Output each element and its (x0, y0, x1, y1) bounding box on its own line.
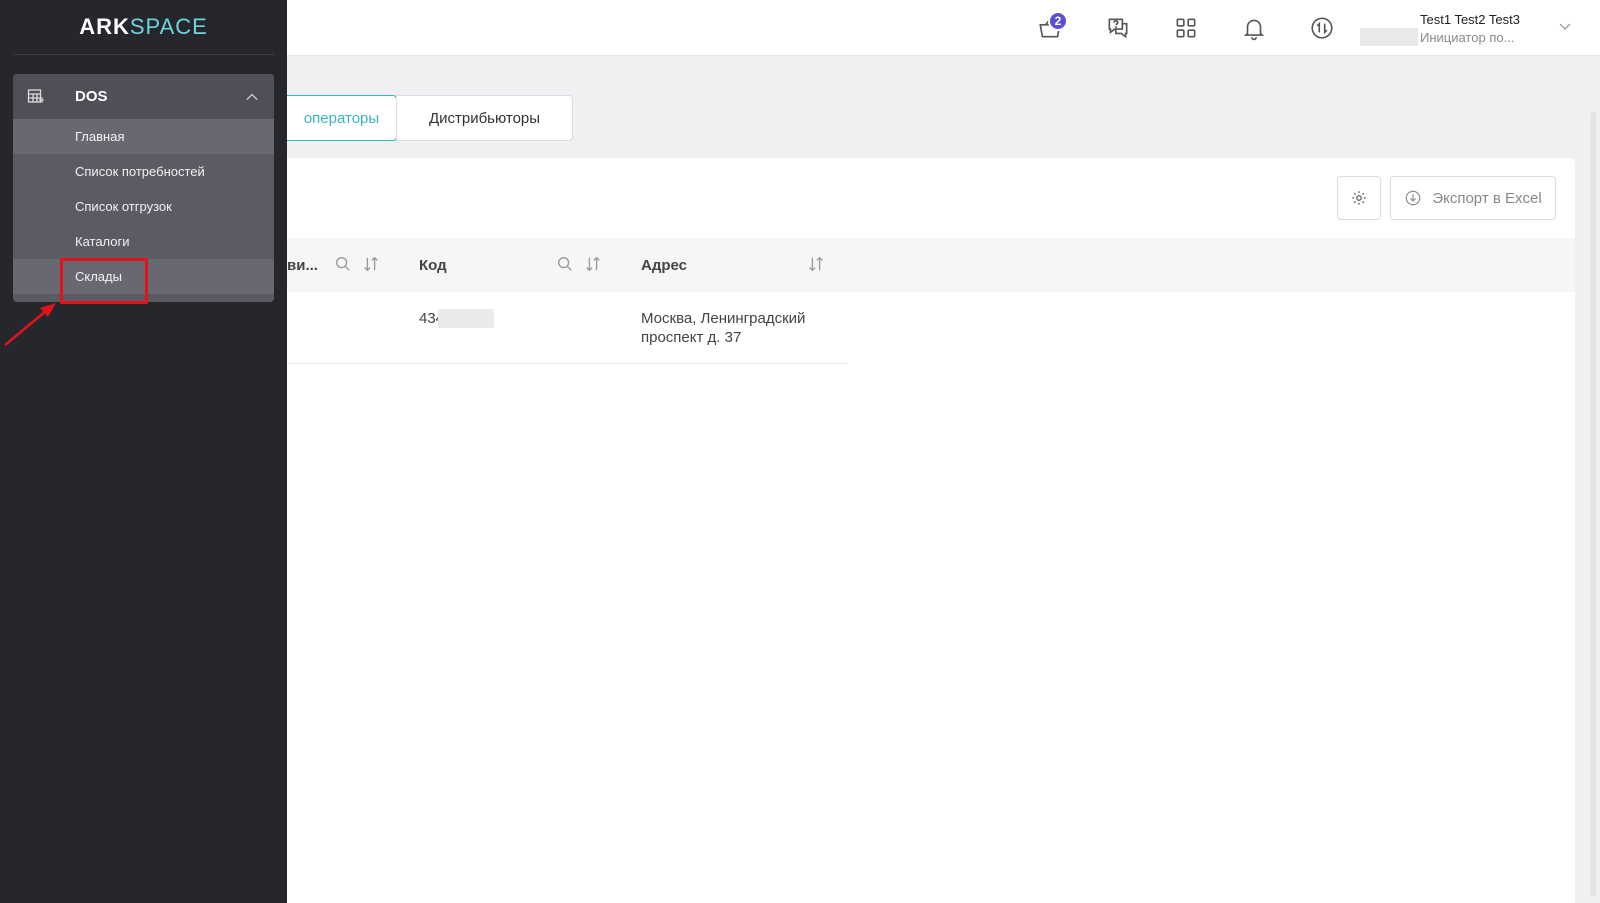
redacted-block (1360, 28, 1418, 46)
tab-operators[interactable]: операторы (287, 95, 397, 141)
top-header: 2 Test1 Test2 Test3 Инициатор по... (287, 0, 1600, 56)
download-circle-icon (1406, 190, 1421, 206)
help-chat-icon (1108, 18, 1128, 39)
table-header: ви... Код Адрес (287, 238, 1575, 292)
swap-circle-icon (1311, 17, 1333, 39)
sort-icon[interactable] (584, 255, 602, 273)
user-role: Инициатор по... (1420, 30, 1515, 45)
app-logo[interactable]: ARKSPACE (0, 14, 287, 40)
tab-distributors[interactable]: Дистрибьюторы (396, 95, 573, 141)
column-header-code: Код (419, 256, 447, 274)
scrollbar[interactable] (1590, 112, 1596, 897)
sidebar-item-catalogs[interactable]: Каталоги (13, 224, 274, 259)
section-title: DOS (75, 88, 108, 105)
redacted-block (438, 309, 495, 328)
bell-icon (1243, 19, 1265, 41)
sidebar: ARKSPACE DOS Главная Список потребностей… (0, 0, 287, 903)
cart-count-badge: 2 (1048, 11, 1068, 31)
export-label: Экспорт в Excel (1432, 189, 1542, 207)
chevron-down-icon[interactable] (1557, 18, 1573, 34)
sort-icon[interactable] (807, 255, 825, 273)
search-icon[interactable] (556, 255, 574, 273)
user-profile[interactable]: Test1 Test2 Test3 Инициатор по... (1360, 10, 1580, 46)
chevron-up-icon[interactable] (245, 90, 259, 104)
logo-text-ark: ARK (79, 14, 130, 39)
address-line-2: проспект д. 37 (641, 329, 742, 346)
cell-address: Москва, Ленинградский проспект д. 37 (641, 309, 805, 347)
tabs: операторы Дистрибьюторы (287, 95, 573, 141)
user-name: Test1 Test2 Test3 (1420, 12, 1520, 27)
table-card: Экспорт в Excel ви... Код Адрес 434 Моск… (287, 158, 1575, 903)
column-header-address: Адрес (641, 256, 688, 274)
logo-text-space: SPACE (129, 14, 208, 39)
notifications-button[interactable] (1236, 10, 1272, 46)
grid-apps-icon (1176, 18, 1196, 38)
table-grid-icon (27, 89, 44, 103)
apps-button[interactable] (1168, 10, 1204, 46)
switch-role-button[interactable] (1304, 10, 1340, 46)
highlight-box (60, 258, 148, 304)
export-excel-button[interactable]: Экспорт в Excel (1390, 176, 1556, 220)
address-line-1: Москва, Ленинградский (641, 310, 806, 327)
settings-button[interactable] (1337, 176, 1381, 220)
gear-icon (1352, 191, 1366, 205)
annotation-arrow-icon (4, 303, 56, 346)
cell-code: 434 (419, 309, 495, 328)
sidebar-item-needs-list[interactable]: Список потребностей (13, 154, 274, 189)
sidebar-item-shipments-list[interactable]: Список отгрузок (13, 189, 274, 224)
sidebar-section-dos[interactable]: DOS (13, 74, 274, 119)
column-header-name: ви... (287, 256, 318, 274)
search-icon[interactable] (334, 255, 352, 273)
main-content: операторы Дистрибьюторы Экспорт в Excel … (287, 56, 1600, 903)
support-chat-button[interactable] (1100, 10, 1136, 46)
sidebar-item-main[interactable]: Главная (13, 119, 274, 154)
divider (13, 54, 274, 55)
sort-icon[interactable] (362, 255, 380, 273)
table-row[interactable]: 434 Москва, Ленинградский проспект д. 37 (287, 292, 847, 364)
cart-button[interactable]: 2 (1032, 10, 1068, 46)
